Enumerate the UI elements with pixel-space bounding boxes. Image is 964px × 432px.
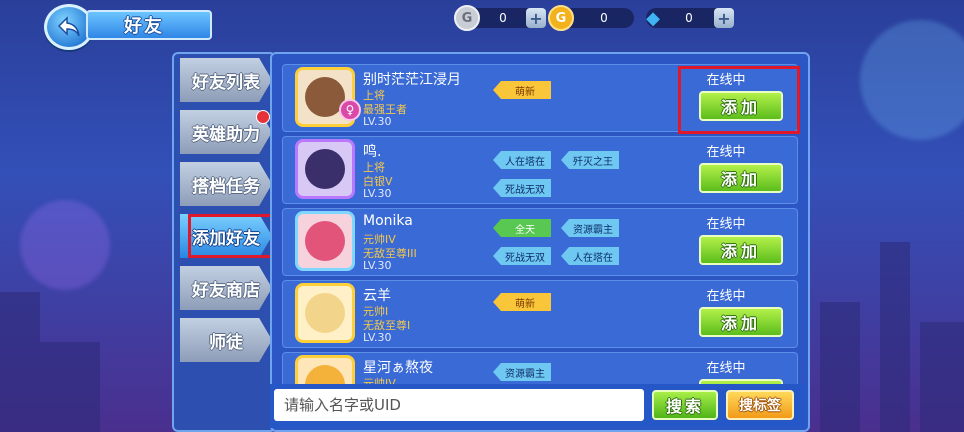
friend-tag: 萌新 [493,293,551,311]
notification-badge [256,110,270,124]
tab-label: 师徒 [209,332,243,353]
friend-level: LV.30 [363,187,392,200]
list-item: 鸣. 上将 白银V LV.30 人在塔在 歼灭之王 死战无双 在线中 添加 [282,136,798,204]
add-friend-button[interactable]: 添加 [699,163,783,193]
tab-label: 好友列表 [192,72,260,93]
avatar-face [305,293,345,333]
avatar[interactable] [295,283,355,343]
friend-tag: 死战无双 [493,179,551,197]
highlight-box [678,66,800,134]
tab-label: 英雄助力 [192,124,260,145]
friend-tag: 人在塔在 [561,247,619,265]
friend-tag: 歼灭之王 [561,151,619,169]
currency-value: 0 [685,11,693,25]
avatar[interactable] [295,211,355,271]
add-diamond-button[interactable]: + [714,8,734,28]
currency-value: 0 [600,11,608,25]
city-silhouette [820,302,860,432]
friend-tag: 资源霸主 [493,363,551,381]
background-glow [860,20,964,140]
friend-name: 别时茫茫江浸月 [363,72,461,88]
friend-tag: 人在塔在 [493,151,551,169]
diamond-icon: ◆ [646,7,660,29]
friend-name: 星河ぁ熬夜 [363,360,433,376]
currency-gold: G 0 [548,5,634,31]
background-glow [20,200,110,290]
back-arrow-icon [57,16,80,37]
tab-label: 搭档任务 [192,176,260,197]
search-button[interactable]: 搜索 [652,390,718,420]
tab-friend-shop[interactable]: 好友商店 [180,266,272,310]
friend-tag: 资源霸主 [561,219,619,237]
currency-silver: G 0 + [454,5,546,31]
friend-level: LV.30 [363,115,392,128]
city-silhouette [920,322,964,432]
tab-partner-task[interactable]: 搭档任务 [180,162,272,206]
page-title: 好友 [124,16,164,37]
add-friend-button[interactable]: 添加 [699,307,783,337]
online-status: 在线中 [706,289,746,304]
gold-coin-icon: G [548,5,574,31]
title-bar: 好友 [86,10,212,40]
avatar-face [305,149,345,189]
currency-value: 0 [499,11,507,25]
female-icon: ♀ [339,99,361,121]
tab-friend-list[interactable]: 好友列表 [180,58,272,102]
list-item: 云羊 元帅I 无敌至尊I LV.30 萌新 在线中 添加 [282,280,798,348]
tab-mentor[interactable]: 师徒 [180,318,272,362]
friend-tag: 萌新 [493,81,551,99]
friend-level: LV.30 [363,259,392,272]
city-silhouette [880,242,910,432]
city-silhouette [40,342,100,432]
search-input[interactable] [274,389,644,421]
friend-tag: 全天 [493,219,551,237]
highlight-box [188,214,282,258]
tab-label: 好友商店 [192,280,260,301]
city-silhouette [0,292,40,432]
friend-name: 鸣. [363,144,382,160]
avatar[interactable] [295,139,355,199]
online-status: 在线中 [706,145,746,160]
friend-name: 云羊 [363,288,391,304]
currency-diamond: ◆ 0 + [646,8,734,29]
online-status: 在线中 [706,217,746,232]
search-tag-button[interactable]: 搜标签 [726,390,794,420]
silver-coin-icon: G [454,5,480,31]
friend-tag: 死战无双 [493,247,551,265]
add-friend-button[interactable]: 添加 [699,235,783,265]
online-status: 在线中 [706,361,746,376]
avatar-face [305,221,345,261]
add-currency-button[interactable]: + [526,8,546,28]
friend-name: Monika [363,213,413,229]
friend-level: LV.30 [363,331,392,344]
list-item: Monika 元帅IV 无敌至尊III LV.30 全天 资源霸主 死战无双 人… [282,208,798,276]
